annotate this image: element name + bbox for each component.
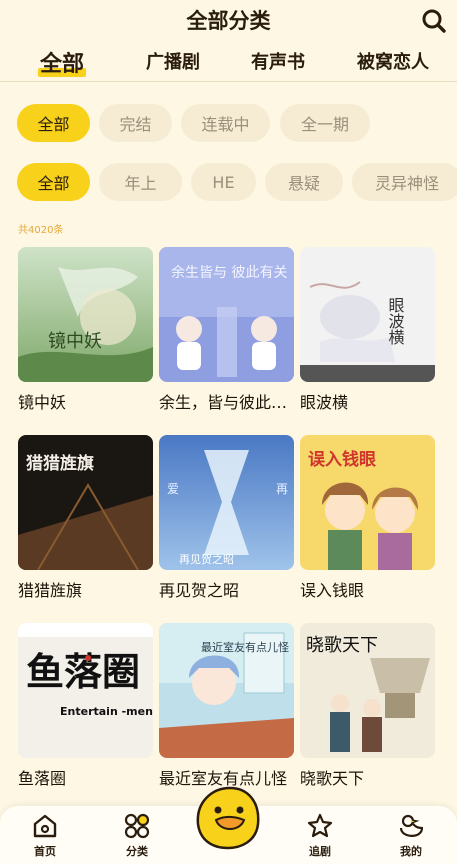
- drama-card[interactable]: 眼波横 眼波横: [300, 247, 435, 413]
- nav-home-label: 首页: [34, 845, 56, 858]
- nav-category-label: 分类: [126, 845, 148, 858]
- cover-english-text: Entertain -ment circle: [60, 705, 153, 718]
- filter-genre-supernatural[interactable]: 灵异神怪: [352, 163, 457, 201]
- drama-card[interactable]: 爱 再 再见贺之昭 再见贺之昭: [159, 435, 294, 601]
- drama-card[interactable]: 镜中妖 镜中妖: [18, 247, 153, 413]
- filter-genre-he[interactable]: HE: [191, 163, 256, 201]
- result-count: 共4020条: [18, 225, 64, 236]
- tab-all[interactable]: 全部: [37, 46, 87, 78]
- cover-title-text: 余生皆与 彼此有关: [171, 264, 287, 281]
- drama-card[interactable]: 余生皆与 彼此有关 余生，皆与彼此有关: [159, 247, 294, 413]
- cover-right-text: 再: [276, 482, 288, 496]
- filter-status-single[interactable]: 全一期: [280, 104, 370, 142]
- home-icon: [33, 814, 57, 838]
- status-filter-row: 全部 完结 连载中 全一期: [0, 104, 457, 144]
- filter-status-all[interactable]: 全部: [17, 104, 90, 142]
- tab-bedtime-lover[interactable]: 被窝恋人: [357, 48, 429, 74]
- cover-title-text: 眼波横: [386, 297, 405, 345]
- drama-title: 余生，皆与彼此有关: [159, 393, 294, 412]
- duck-icon: [399, 814, 424, 837]
- category-tabs: 全部 广播剧 有声书 被窝恋人: [0, 44, 457, 82]
- drama-title: 镜中妖: [18, 393, 67, 412]
- page-title: 全部分类: [186, 9, 271, 33]
- drama-title: 晓歌天下: [300, 769, 365, 788]
- nav-mine[interactable]: 我的: [381, 812, 441, 859]
- cover-image: 猎猎旌旗: [18, 435, 153, 570]
- nav-home[interactable]: 首页: [15, 812, 75, 859]
- filter-status-ongoing[interactable]: 连载中: [181, 104, 270, 142]
- category-icon: [124, 813, 150, 839]
- drama-title: 猎猎旌旗: [18, 581, 83, 600]
- cover-title-text: 镜中妖: [48, 331, 102, 352]
- cover-title-text: 鱼落圈: [26, 649, 140, 694]
- filter-status-complete[interactable]: 完结: [99, 104, 172, 142]
- nav-follow[interactable]: 追剧: [290, 812, 350, 859]
- drama-card[interactable]: 误入钱眼 误入钱眼: [300, 435, 435, 601]
- genre-filter-row: 全部 年上 HE 悬疑 灵异神怪: [0, 163, 457, 203]
- drama-title: 再见贺之昭: [159, 581, 240, 600]
- app-header: 全部分类: [0, 0, 457, 40]
- drama-card[interactable]: 晓歌天下 晓歌天下: [300, 623, 435, 789]
- cover-title-text: 误入钱眼: [308, 449, 376, 470]
- cover-title-text: 再见贺之昭: [179, 552, 234, 566]
- drama-title: 误入钱眼: [300, 581, 365, 600]
- nav-follow-label: 追剧: [309, 845, 331, 858]
- filter-genre-older[interactable]: 年上: [99, 163, 182, 201]
- cover-title-text: 猎猎旌旗: [26, 453, 94, 474]
- cover-title-text: 最近室友有点儿怪: [201, 640, 289, 654]
- search-icon[interactable]: [421, 8, 447, 34]
- tab-radio-drama[interactable]: 广播剧: [146, 48, 200, 74]
- cover-left-text: 爱: [167, 482, 179, 496]
- cover-image: 晓歌天下: [300, 623, 435, 758]
- drama-card[interactable]: 最近室友有点儿怪 最近室友有点儿怪: [159, 623, 294, 789]
- cover-image: 爱 再 再见贺之昭: [159, 435, 294, 570]
- drama-title: 眼波横: [300, 393, 349, 412]
- nav-mine-label: 我的: [400, 845, 422, 858]
- star-icon: [307, 813, 333, 838]
- cover-image: 眼波横: [300, 247, 435, 382]
- nav-category[interactable]: 分类: [107, 812, 167, 859]
- duck-mascot-button[interactable]: [190, 784, 266, 850]
- cover-image: 鱼落圈 Entertain -ment circle: [18, 623, 153, 758]
- cover-title-text: 晓歌天下: [306, 635, 378, 656]
- cover-image: 余生皆与 彼此有关: [159, 247, 294, 382]
- cover-image: 最近室友有点儿怪: [159, 623, 294, 758]
- tab-audiobook[interactable]: 有声书: [251, 48, 305, 74]
- cover-image: 误入钱眼: [300, 435, 435, 570]
- filter-genre-all[interactable]: 全部: [17, 163, 90, 201]
- filter-genre-mystery[interactable]: 悬疑: [265, 163, 343, 201]
- cover-image: 镜中妖: [18, 247, 153, 382]
- drama-title: 鱼落圈: [18, 769, 67, 788]
- drama-card[interactable]: 猎猎旌旗 猎猎旌旗: [18, 435, 153, 601]
- drama-card[interactable]: 鱼落圈 Entertain -ment circle 鱼落圈: [18, 623, 153, 789]
